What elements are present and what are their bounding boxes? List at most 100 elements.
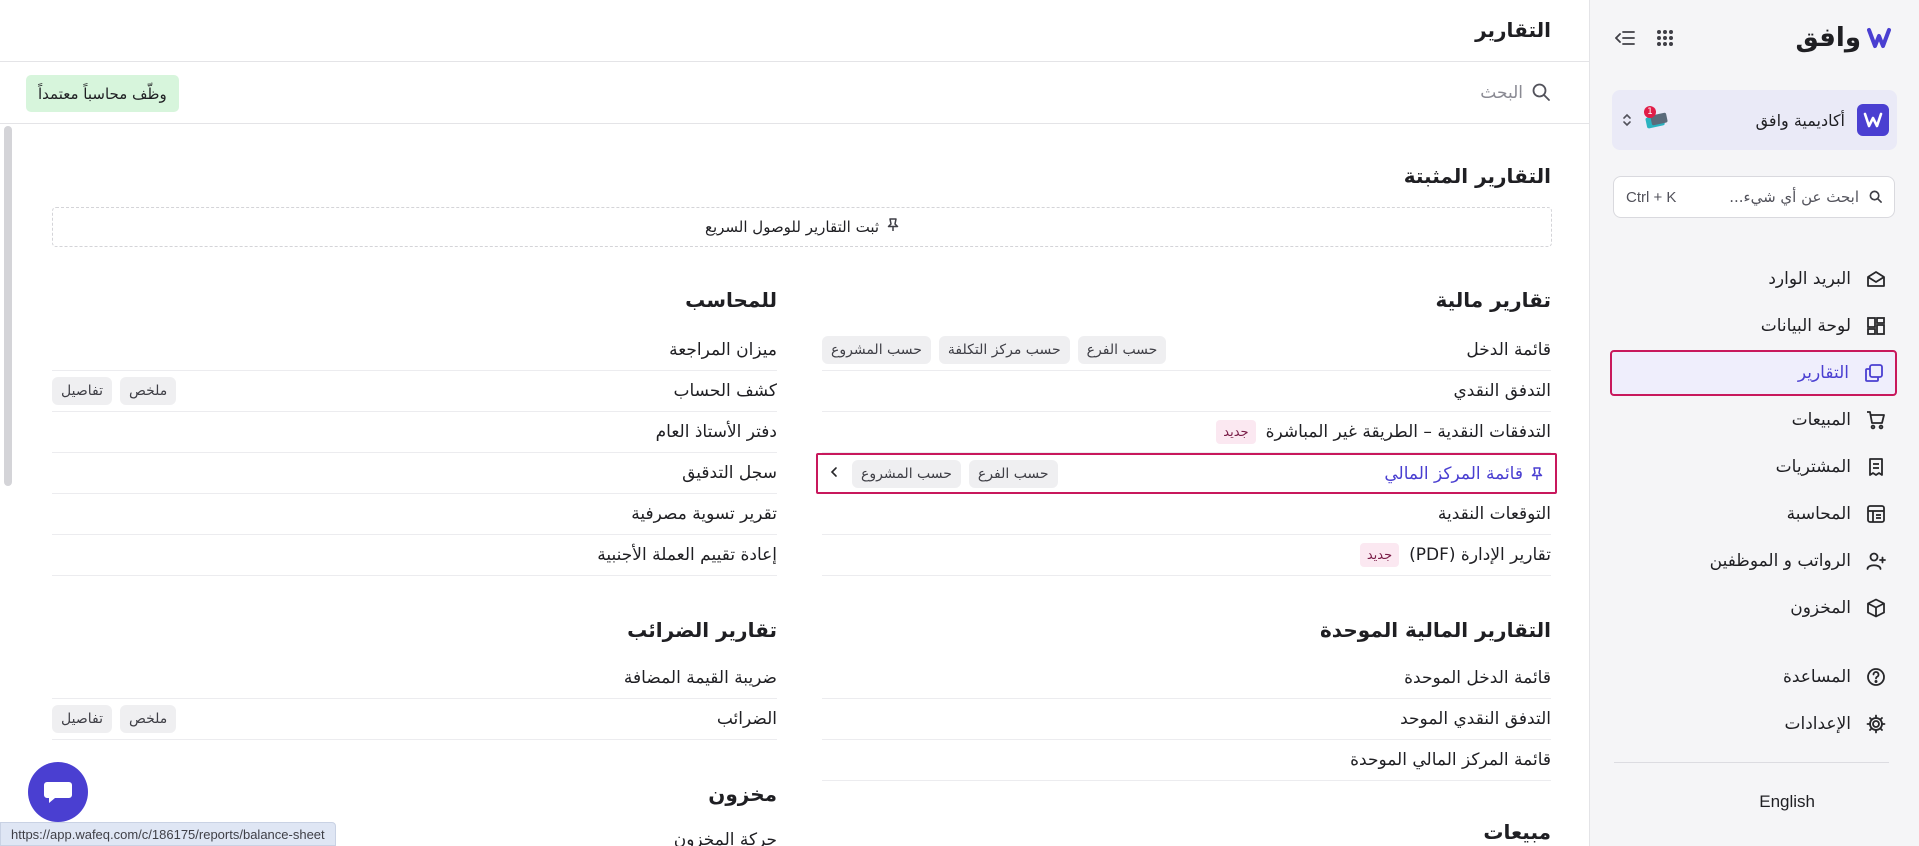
hire-accountant-button[interactable]: وظّف محاسباً معتمداً bbox=[26, 75, 179, 112]
report-row-consolidated-income[interactable]: قائمة الدخل الموحدة bbox=[822, 658, 1551, 699]
org-name: أكاديمية وافق bbox=[1755, 110, 1845, 130]
sidebar-item-label: المبيعات bbox=[1791, 410, 1851, 430]
sidebar-item-reports[interactable]: التقارير bbox=[1610, 350, 1897, 396]
sidebar-item-dashboard[interactable]: لوحة البيانات bbox=[1610, 303, 1897, 349]
sidebar-item-inbox[interactable]: البريد الوارد bbox=[1610, 256, 1897, 302]
status-bar-url: https://app.wafeq.com/c/186175/reports/b… bbox=[0, 822, 336, 846]
apps-grid-icon[interactable] bbox=[1654, 27, 1676, 49]
notification-icon[interactable]: 1 bbox=[1642, 106, 1672, 131]
receipt-icon bbox=[1865, 456, 1887, 478]
brand-mark-icon bbox=[1867, 28, 1891, 48]
brand-tools bbox=[1614, 27, 1676, 49]
report-label: سجل التدقيق bbox=[682, 463, 777, 483]
report-row-consolidated-cash-flow[interactable]: التدفق النقدي الموحد bbox=[822, 699, 1551, 740]
sidebar-item-label: البريد الوارد bbox=[1768, 269, 1851, 289]
collapse-sidebar-icon[interactable] bbox=[1614, 27, 1636, 49]
cart-icon bbox=[1865, 409, 1887, 431]
pinned-reports-dropzone: ثبت التقارير للوصول السريع bbox=[52, 207, 1552, 247]
report-row-account-statement[interactable]: كشف الحساب ملخص تفاصيل bbox=[52, 371, 777, 412]
report-row-taxes[interactable]: الضرائب ملخص تفاصيل bbox=[52, 699, 777, 740]
global-search[interactable]: ابحث عن أي شيء... Ctrl + K bbox=[1613, 176, 1895, 218]
gear-icon bbox=[1865, 713, 1887, 735]
tag-by-branch[interactable]: حسب الفرع bbox=[968, 459, 1058, 488]
tax-reports-title: تقارير الضرائب bbox=[627, 618, 777, 642]
new-badge: جديد bbox=[1216, 420, 1256, 444]
report-row-vat[interactable]: ضريبة القيمة المضافة bbox=[52, 658, 777, 699]
sidebar-item-label: المساعدة bbox=[1782, 667, 1851, 687]
sidebar-item-label: المشتريات bbox=[1775, 457, 1851, 477]
sidebar-item-payroll[interactable]: الرواتب و الموظفين bbox=[1610, 538, 1897, 584]
accountant-reports-list: ميزان المراجعة كشف الحساب ملخص تفاصيل دف… bbox=[52, 330, 777, 576]
sidebar-item-label: الرواتب و الموظفين bbox=[1709, 551, 1851, 571]
sidebar-item-help[interactable]: المساعدة bbox=[1610, 654, 1897, 700]
chevron-left-icon bbox=[830, 466, 838, 482]
tag-by-project[interactable]: حسب المشروع bbox=[822, 336, 931, 364]
report-tags: حسب الفرع حسب المشروع bbox=[830, 459, 1058, 488]
report-row-inventory-movement[interactable]: حركة المخزون bbox=[674, 830, 777, 846]
report-label: دفتر الأستاذ العام bbox=[655, 422, 777, 442]
organization-switcher[interactable]: أكاديمية وافق 1 bbox=[1612, 90, 1897, 150]
sidebar-item-sales[interactable]: المبيعات bbox=[1610, 397, 1897, 443]
org-right: 1 bbox=[1622, 106, 1672, 131]
report-row-cash-flow-indirect[interactable]: التدفقات النقدية – الطريقة غير المباشرة … bbox=[822, 412, 1551, 453]
pinned-reports-hint: ثبت التقارير للوصول السريع bbox=[704, 218, 880, 236]
tag-summary[interactable]: ملخص bbox=[119, 705, 177, 733]
tag-by-cost-center[interactable]: حسب مركز التكلفة bbox=[938, 336, 1070, 364]
brand-logo[interactable]: وافق bbox=[1795, 23, 1895, 53]
report-label: قائمة المركز المالي bbox=[1384, 463, 1523, 484]
search-icon bbox=[1531, 82, 1551, 106]
brand-row: وافق bbox=[1614, 20, 1895, 56]
report-label: التدفق النقدي bbox=[1453, 381, 1551, 401]
report-label: التدفق النقدي الموحد bbox=[1400, 709, 1551, 729]
report-row-trial-balance[interactable]: ميزان المراجعة bbox=[52, 330, 777, 371]
report-row-cash-forecast[interactable]: التوقعات النقدية bbox=[822, 494, 1551, 535]
sidebar-item-accounting[interactable]: المحاسبة bbox=[1610, 491, 1897, 537]
report-row-balance-sheet[interactable]: قائمة المركز المالي حسب الفرع حسب المشرو… bbox=[816, 453, 1557, 494]
report-label: التدفقات النقدية – الطريقة غير المباشرة bbox=[1265, 422, 1551, 442]
top-bar: التقارير bbox=[0, 0, 1589, 62]
pin-icon[interactable] bbox=[1531, 466, 1543, 481]
tag-summary[interactable]: ملخص bbox=[119, 377, 177, 405]
pinned-reports-title: التقارير المثبتة bbox=[1403, 164, 1551, 188]
consolidated-reports-title: التقارير المالية الموحدة bbox=[1320, 618, 1551, 642]
sidebar-item-label: لوحة البيانات bbox=[1760, 316, 1851, 336]
report-row-income-statement[interactable]: قائمة الدخل حسب الفرع حسب مركز التكلفة ح… bbox=[822, 330, 1551, 371]
tag-by-project[interactable]: حسب المشروع bbox=[852, 459, 961, 488]
language-switch-link[interactable]: English bbox=[1759, 792, 1815, 812]
report-label: كشف الحساب bbox=[673, 381, 778, 401]
report-label: قائمة الدخل الموحدة bbox=[1404, 668, 1551, 688]
tag-details[interactable]: تفاصيل bbox=[52, 377, 112, 405]
sidebar-divider bbox=[1614, 762, 1889, 763]
report-label: تقارير الإدارة (PDF) bbox=[1409, 545, 1551, 565]
chat-support-button[interactable] bbox=[28, 762, 88, 822]
notification-count: 1 bbox=[1644, 106, 1656, 118]
sales-reports-title: مبيعات bbox=[1483, 820, 1551, 844]
help-icon bbox=[1865, 666, 1887, 688]
sidebar: وافق أكاديمية وافق 1 ابحث عن أي شيء... C… bbox=[1589, 0, 1919, 846]
reports-search-bar: وظّف محاسباً معتمداً bbox=[0, 62, 1589, 124]
ledger-icon bbox=[1865, 503, 1887, 525]
sidebar-nav: البريد الوارد لوحة البيانات التقارير الم… bbox=[1610, 256, 1897, 748]
new-badge: جديد bbox=[1359, 543, 1400, 567]
report-row-consolidated-balance[interactable]: قائمة المركز المالي الموحدة bbox=[822, 740, 1551, 781]
report-row-audit-log[interactable]: سجل التدقيق bbox=[52, 453, 777, 494]
tag-details[interactable]: تفاصيل bbox=[52, 705, 112, 733]
report-row-management-pdf[interactable]: تقارير الإدارة (PDF) جديد bbox=[822, 535, 1551, 576]
nav-gap bbox=[1610, 632, 1897, 654]
reports-icon bbox=[1863, 362, 1885, 384]
pin-icon bbox=[887, 218, 899, 236]
report-label: ضريبة القيمة المضافة bbox=[623, 668, 777, 688]
tag-by-branch[interactable]: حسب الفرع bbox=[1077, 336, 1167, 364]
report-label: ميزان المراجعة bbox=[669, 340, 777, 360]
report-row-general-ledger[interactable]: دفتر الأستاذ العام bbox=[52, 412, 777, 453]
dashboard-icon bbox=[1865, 315, 1887, 337]
sidebar-item-settings[interactable]: الإعدادات bbox=[1610, 701, 1897, 747]
report-tags: ملخص تفاصيل bbox=[52, 377, 177, 405]
sidebar-item-purchases[interactable]: المشتريات bbox=[1610, 444, 1897, 490]
sidebar-item-inventory[interactable]: المخزون bbox=[1610, 585, 1897, 631]
report-row-bank-reconciliation[interactable]: تقرير تسوية مصرفية bbox=[52, 494, 777, 535]
reports-search-input[interactable] bbox=[1123, 78, 1523, 108]
scrollbar[interactable] bbox=[4, 126, 12, 486]
report-row-cash-flow[interactable]: التدفق النقدي bbox=[822, 371, 1551, 412]
report-row-fx-revaluation[interactable]: إعادة تقييم العملة الأجنبية bbox=[52, 535, 777, 576]
